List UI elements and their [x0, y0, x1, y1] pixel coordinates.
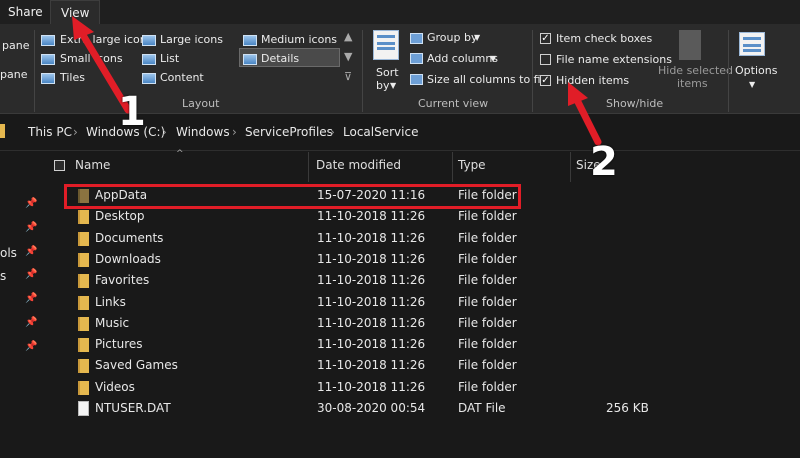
annotation-step-2: 2 — [590, 139, 618, 185]
annotation-step-1: 1 — [118, 89, 146, 135]
annotation-arrows — [72, 16, 602, 146]
arrow-2 — [568, 82, 602, 146]
